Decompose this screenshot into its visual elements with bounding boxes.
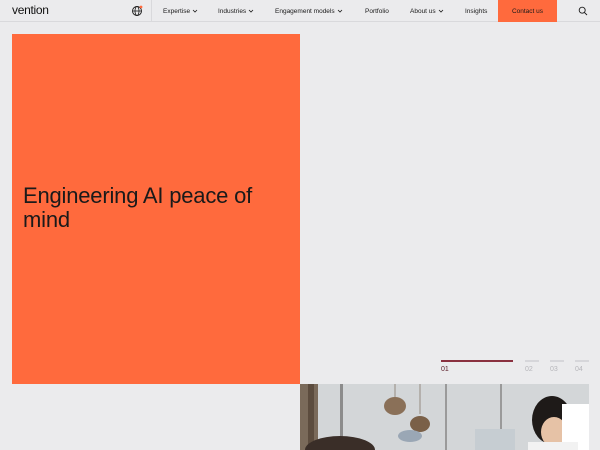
nav-item-label: Industries	[218, 7, 247, 15]
chevron-down-icon	[337, 9, 342, 13]
nav-item-industries[interactable]: Industries	[218, 8, 254, 15]
office-photo	[300, 384, 589, 450]
slider-indicators: 01 02 03 04	[441, 360, 589, 376]
vention-logo[interactable]: vention	[12, 3, 49, 17]
office-photo-illustration	[300, 384, 589, 450]
slide-number: 04	[575, 366, 583, 373]
contact-us-button[interactable]: Contact us	[498, 0, 557, 22]
nav-divider	[151, 0, 152, 22]
chevron-down-icon	[192, 9, 198, 13]
top-navigation: vention Expertise Industries Engagement …	[0, 0, 600, 22]
search-icon[interactable]	[578, 6, 588, 16]
nav-item-portfolio[interactable]: Portfolio	[365, 8, 389, 15]
slide-progress-bar	[550, 360, 564, 362]
nav-item-about-us[interactable]: About us	[410, 8, 444, 15]
chevron-down-icon	[438, 9, 443, 13]
nav-item-insights[interactable]: Insights	[465, 8, 487, 15]
hero-panel: Engineering AI peace of mind	[12, 34, 300, 384]
slide-number: 01	[441, 366, 449, 373]
slide-indicator-04[interactable]: 04	[575, 360, 589, 373]
slide-indicator-02[interactable]: 02	[525, 360, 539, 373]
slide-indicator-03[interactable]: 03	[550, 360, 564, 373]
slide-progress-bar	[441, 360, 513, 362]
nav-item-engagement-models[interactable]: Engagement models	[275, 8, 343, 15]
slide-number: 02	[525, 366, 533, 373]
slide-progress-bar	[525, 360, 539, 362]
globe-icon[interactable]	[131, 5, 143, 17]
slide-indicator-01[interactable]: 01	[441, 360, 513, 373]
slide-number: 03	[550, 366, 558, 373]
slide-progress-bar	[575, 360, 589, 362]
hero-title: Engineering AI peace of mind	[23, 183, 253, 232]
chevron-down-icon	[248, 9, 254, 13]
nav-item-expertise[interactable]: Expertise	[163, 8, 198, 15]
nav-item-label: Portfolio	[365, 7, 389, 15]
nav-item-label: Expertise	[163, 7, 191, 15]
nav-item-label: About us	[410, 7, 436, 15]
nav-item-label: Insights	[465, 7, 488, 15]
nav-item-label: Engagement models	[275, 7, 335, 15]
